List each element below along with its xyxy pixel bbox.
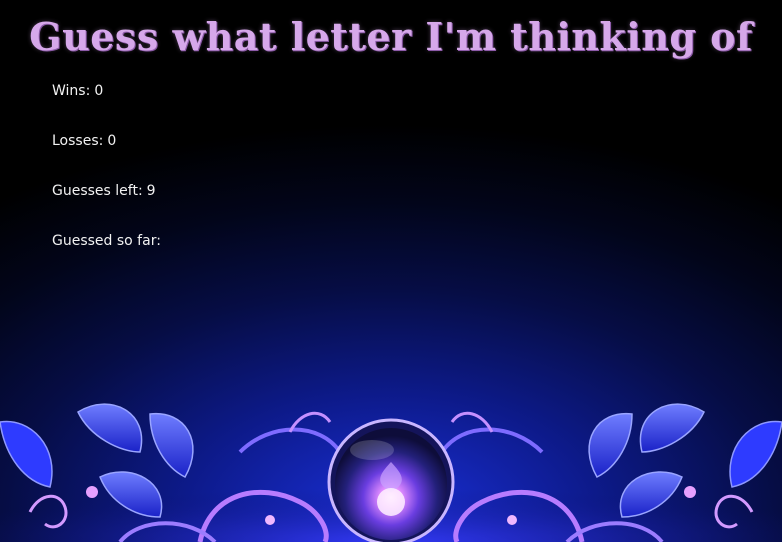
wins-label: Wins: <box>52 83 91 99</box>
guesses-left-counter: Guesses left: 9 <box>52 183 156 199</box>
wins-counter: Wins: 0 <box>52 83 103 99</box>
losses-counter: Losses: 0 <box>52 133 116 149</box>
guesses-left-label: Guesses left: <box>52 183 143 199</box>
guesses-left-value: 9 <box>146 183 156 199</box>
page-title: Guess what letter I'm thinking of <box>29 14 753 59</box>
losses-label: Losses: <box>52 133 104 149</box>
wins-value: 0 <box>94 83 104 99</box>
crystal-orb-floral-ornament-icon <box>0 403 782 542</box>
losses-value: 0 <box>107 133 117 149</box>
guessed-so-far-label: Guessed so far: <box>52 233 161 249</box>
guessed-so-far: Guessed so far: <box>52 233 165 249</box>
